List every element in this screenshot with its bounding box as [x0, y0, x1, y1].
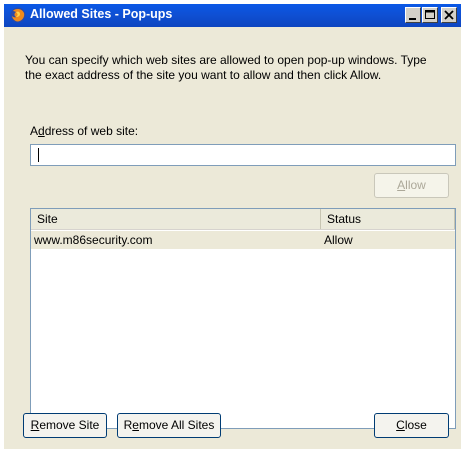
column-header-status[interactable]: Status	[321, 209, 455, 229]
site-cell: www.m86security.com	[34, 233, 153, 247]
remove-site-button[interactable]: Remove Site	[23, 413, 107, 438]
remove-site-label: emove Site	[39, 418, 100, 432]
status-cell: Allow	[324, 233, 353, 247]
remove-all-pre: R	[123, 418, 133, 432]
window-title: Allowed Sites - Pop-ups	[30, 7, 173, 21]
firefox-icon	[10, 7, 26, 23]
address-input[interactable]	[30, 144, 456, 166]
sites-list[interactable]: Site Status www.m86security.com Allow	[30, 208, 456, 429]
table-row[interactable]: www.m86security.com Allow	[31, 231, 455, 249]
list-header: Site Status	[31, 209, 455, 230]
allow-accesskey: A	[397, 178, 406, 192]
title-bar[interactable]: Allowed Sites - Pop-ups	[4, 4, 461, 27]
dialog-body: You can specify which web sites are allo…	[4, 27, 461, 449]
allowed-sites-window: Allowed Sites - Pop-ups You can specify …	[0, 0, 461, 449]
allow-label: llow	[405, 178, 426, 192]
close-window-button[interactable]	[441, 7, 457, 23]
address-label-accesskey: d	[38, 124, 45, 138]
remove-site-accesskey: R	[30, 418, 40, 432]
close-label: lose	[404, 418, 427, 432]
column-header-site[interactable]: Site	[31, 209, 321, 229]
allow-button[interactable]: Allow	[374, 173, 449, 198]
close-accesskey: C	[396, 418, 405, 432]
minimize-icon	[409, 18, 416, 20]
remove-all-accesskey: e	[132, 418, 139, 432]
close-icon	[444, 10, 454, 20]
remove-all-label: move All Sites	[138, 418, 215, 432]
close-button[interactable]: Close	[374, 413, 449, 438]
remove-all-sites-button[interactable]: Remove All Sites	[117, 413, 221, 438]
minimize-button[interactable]	[405, 7, 421, 23]
address-label-post: dress of web site:	[44, 124, 139, 138]
maximize-button[interactable]	[422, 7, 438, 23]
text-caret	[38, 148, 39, 162]
address-label-pre: A	[30, 124, 39, 138]
intro-text: You can specify which web sites are allo…	[25, 53, 427, 82]
address-label: Address of web site:	[30, 124, 138, 138]
maximize-icon	[425, 10, 435, 19]
